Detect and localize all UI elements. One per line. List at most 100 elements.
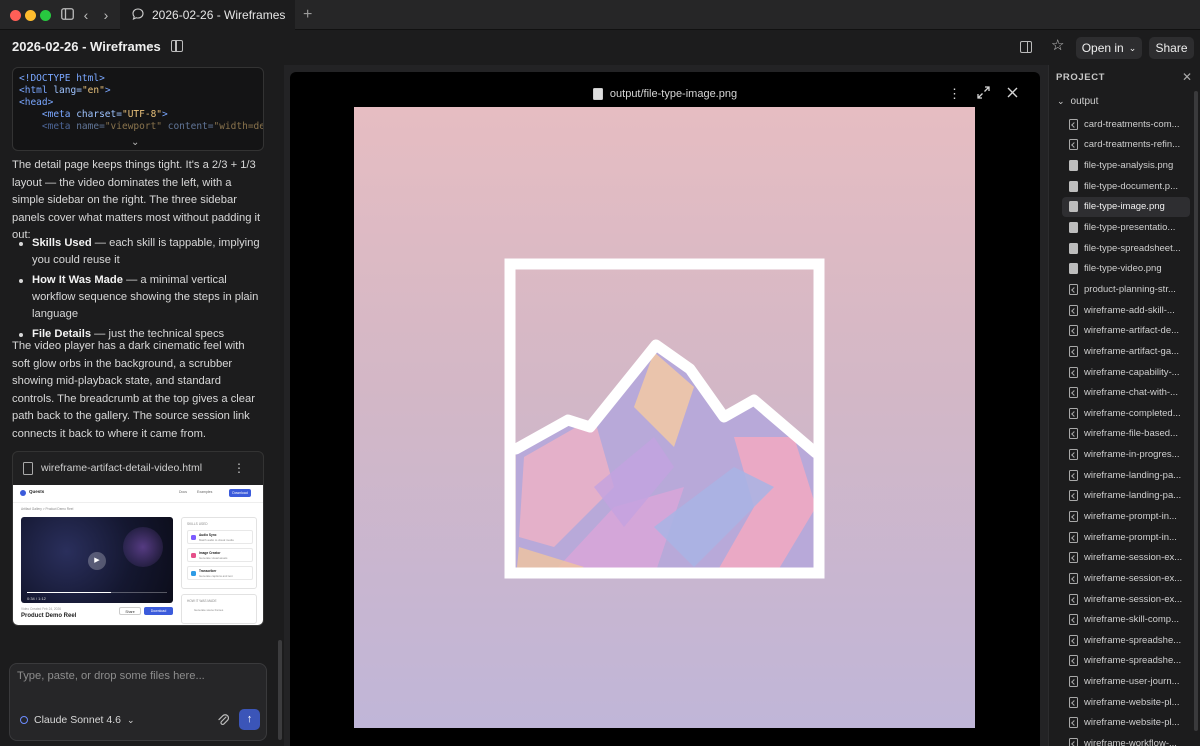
file-name: wireframe-workflow-... xyxy=(1084,738,1177,746)
file-name: wireframe-completed... xyxy=(1084,407,1181,419)
expand-code-chevron-icon[interactable]: ⌄ xyxy=(131,137,139,148)
list-item: Skills Used — each skill is tappable, im… xyxy=(12,235,264,269)
glow-orb xyxy=(123,527,163,567)
chat-scrollbar[interactable] xyxy=(278,640,282,740)
image-file-icon xyxy=(1069,263,1078,275)
file-list-item[interactable]: file-type-video.png xyxy=(1062,258,1190,279)
file-list-item[interactable]: wireframe-prompt-in... xyxy=(1062,527,1190,548)
artifact-card[interactable]: wireframe-artifact-detail-video.html ⋮ Q… xyxy=(12,451,264,626)
attach-paperclip-icon[interactable] xyxy=(217,713,230,730)
code-file-icon xyxy=(1069,118,1078,130)
more-options-icon[interactable]: ⋮ xyxy=(233,461,245,475)
file-list-item[interactable]: wireframe-spreadshe... xyxy=(1062,630,1190,651)
minimize-window-button[interactable] xyxy=(25,10,36,21)
file-list-item[interactable]: file-type-analysis.png xyxy=(1062,155,1190,176)
file-list-item[interactable]: file-type-image.png xyxy=(1062,196,1190,218)
file-list-item[interactable]: wireframe-landing-pa... xyxy=(1062,486,1190,507)
file-list-item[interactable]: card-treatments-com... xyxy=(1062,114,1190,135)
right-panel-toggle-icon[interactable] xyxy=(1020,41,1032,53)
chevron-down-icon: ⌄ xyxy=(1128,42,1137,53)
chevron-down-icon: ⌄ xyxy=(1057,96,1065,106)
file-name: wireframe-prompt-in... xyxy=(1084,510,1177,522)
file-name: file-type-image.png xyxy=(1084,201,1165,213)
sidebar-toggle-icon[interactable] xyxy=(60,5,74,25)
sidebar-panel-icon[interactable] xyxy=(171,40,183,52)
file-list-item[interactable]: wireframe-artifact-de... xyxy=(1062,320,1190,341)
thumb-how-heading: HOW IT WAS MADE xyxy=(187,599,217,603)
thumb-video-player: ▶ 0:34 / 1:12 xyxy=(21,517,173,603)
share-button[interactable]: Share xyxy=(1149,37,1194,59)
file-list-item[interactable]: wireframe-session-ex... xyxy=(1062,547,1190,568)
file-list-item[interactable]: wireframe-session-ex... xyxy=(1062,589,1190,610)
code-file-icon xyxy=(1069,139,1078,151)
code-file-icon xyxy=(1069,387,1078,399)
file-name: wireframe-spreadshe... xyxy=(1084,655,1182,667)
code-line: <!DOCTYPE html> xyxy=(19,73,105,84)
page-title[interactable]: 2026-02-26 - Wireframes xyxy=(12,39,161,54)
expand-icon[interactable] xyxy=(977,86,990,103)
file-list-item[interactable]: wireframe-workflow-... xyxy=(1062,733,1190,746)
file-list-item[interactable]: wireframe-website-pl... xyxy=(1062,692,1190,713)
file-list-item[interactable]: file-type-spreadsheet... xyxy=(1062,238,1190,259)
file-name: wireframe-session-ex... xyxy=(1084,552,1183,564)
close-icon[interactable] xyxy=(1007,86,1018,102)
file-list-item[interactable]: wireframe-landing-pa... xyxy=(1062,465,1190,486)
project-title: PROJECT xyxy=(1056,72,1106,83)
close-icon[interactable]: ✕ xyxy=(1182,70,1192,84)
more-options-icon[interactable]: ⋮ xyxy=(948,86,961,102)
maximize-window-button[interactable] xyxy=(40,10,51,21)
code-file-icon xyxy=(1069,655,1078,667)
file-list-item[interactable]: file-type-presentatio... xyxy=(1062,217,1190,238)
thumb-breadcrumb: Artifact Gallery > Product Demo Reel xyxy=(21,507,74,511)
back-arrow-icon[interactable]: ‹ xyxy=(80,5,92,25)
file-list-item[interactable]: wireframe-file-based... xyxy=(1062,424,1190,445)
chat-bubble-icon xyxy=(132,7,144,23)
new-tab-plus-icon[interactable]: + xyxy=(303,5,312,25)
viewer-title: output/file-type-image.png xyxy=(290,88,1040,103)
image-file-icon xyxy=(1069,160,1078,172)
code-file-icon xyxy=(1069,738,1078,746)
file-list-item[interactable]: wireframe-chat-with-... xyxy=(1062,382,1190,403)
model-selector[interactable]: Claude Sonnet 4.6 ⌄ xyxy=(20,714,135,726)
file-list-item[interactable]: file-type-document.p... xyxy=(1062,176,1190,197)
open-in-button[interactable]: Open in ⌄ xyxy=(1076,37,1142,59)
file-name: wireframe-add-skill-... xyxy=(1084,304,1175,316)
code-file-icon xyxy=(1069,449,1078,461)
file-list-item[interactable]: wireframe-user-journ... xyxy=(1062,671,1190,692)
file-list-item[interactable]: wireframe-website-pl... xyxy=(1062,713,1190,734)
forward-arrow-icon[interactable]: › xyxy=(100,5,112,25)
close-window-button[interactable] xyxy=(10,10,21,21)
file-list-item[interactable]: product-planning-str... xyxy=(1062,279,1190,300)
file-list-item[interactable]: wireframe-artifact-ga... xyxy=(1062,341,1190,362)
thumb-nav: Quests Docs Examples Download xyxy=(13,485,263,503)
message-composer[interactable]: Type, paste, or drop some files here... … xyxy=(9,663,267,741)
file-list-item[interactable]: wireframe-session-ex... xyxy=(1062,568,1190,589)
code-line: <meta name="viewport" content="width=dev… xyxy=(19,121,264,132)
send-button[interactable]: ↑ xyxy=(239,709,260,730)
folder-output[interactable]: ⌄ output xyxy=(1057,96,1098,107)
image-viewer: output/file-type-image.png ⋮ xyxy=(290,72,1040,746)
file-list-item[interactable]: wireframe-completed... xyxy=(1062,403,1190,424)
file-list-item[interactable]: wireframe-capability-... xyxy=(1062,362,1190,383)
thumb-brand: Quests xyxy=(29,489,45,494)
file-list-item[interactable]: wireframe-skill-comp... xyxy=(1062,609,1190,630)
file-list-item[interactable]: wireframe-prompt-in... xyxy=(1062,506,1190,527)
file-list-item[interactable]: wireframe-add-skill-... xyxy=(1062,300,1190,321)
message-input[interactable]: Type, paste, or drop some files here... xyxy=(17,670,257,682)
skill-icon xyxy=(191,553,196,558)
star-icon[interactable]: ☆ xyxy=(1051,36,1064,54)
file-name: wireframe-user-journ... xyxy=(1084,676,1180,688)
chevron-down-icon[interactable]: ⌄ xyxy=(147,39,155,50)
artifact-thumbnail[interactable]: Quests Docs Examples Download Artifact G… xyxy=(13,485,263,625)
file-name: file-type-spreadsheet... xyxy=(1084,242,1181,254)
project-scrollbar[interactable] xyxy=(1194,91,1198,731)
chevron-down-icon: ⌄ xyxy=(126,714,135,725)
code-line: <html lang="en"> xyxy=(19,85,111,96)
code-file-icon xyxy=(1069,676,1078,688)
thumb-time: 0:34 / 1:12 xyxy=(27,596,46,601)
file-list-item[interactable]: wireframe-in-progres... xyxy=(1062,444,1190,465)
file-list-item[interactable]: wireframe-spreadshe... xyxy=(1062,651,1190,672)
file-list-item[interactable]: card-treatments-refin... xyxy=(1062,135,1190,156)
thumb-meta: Video Created Feb 24, 2026 xyxy=(21,607,61,611)
tab-active[interactable]: 2026-02-26 - Wireframes xyxy=(120,0,295,30)
